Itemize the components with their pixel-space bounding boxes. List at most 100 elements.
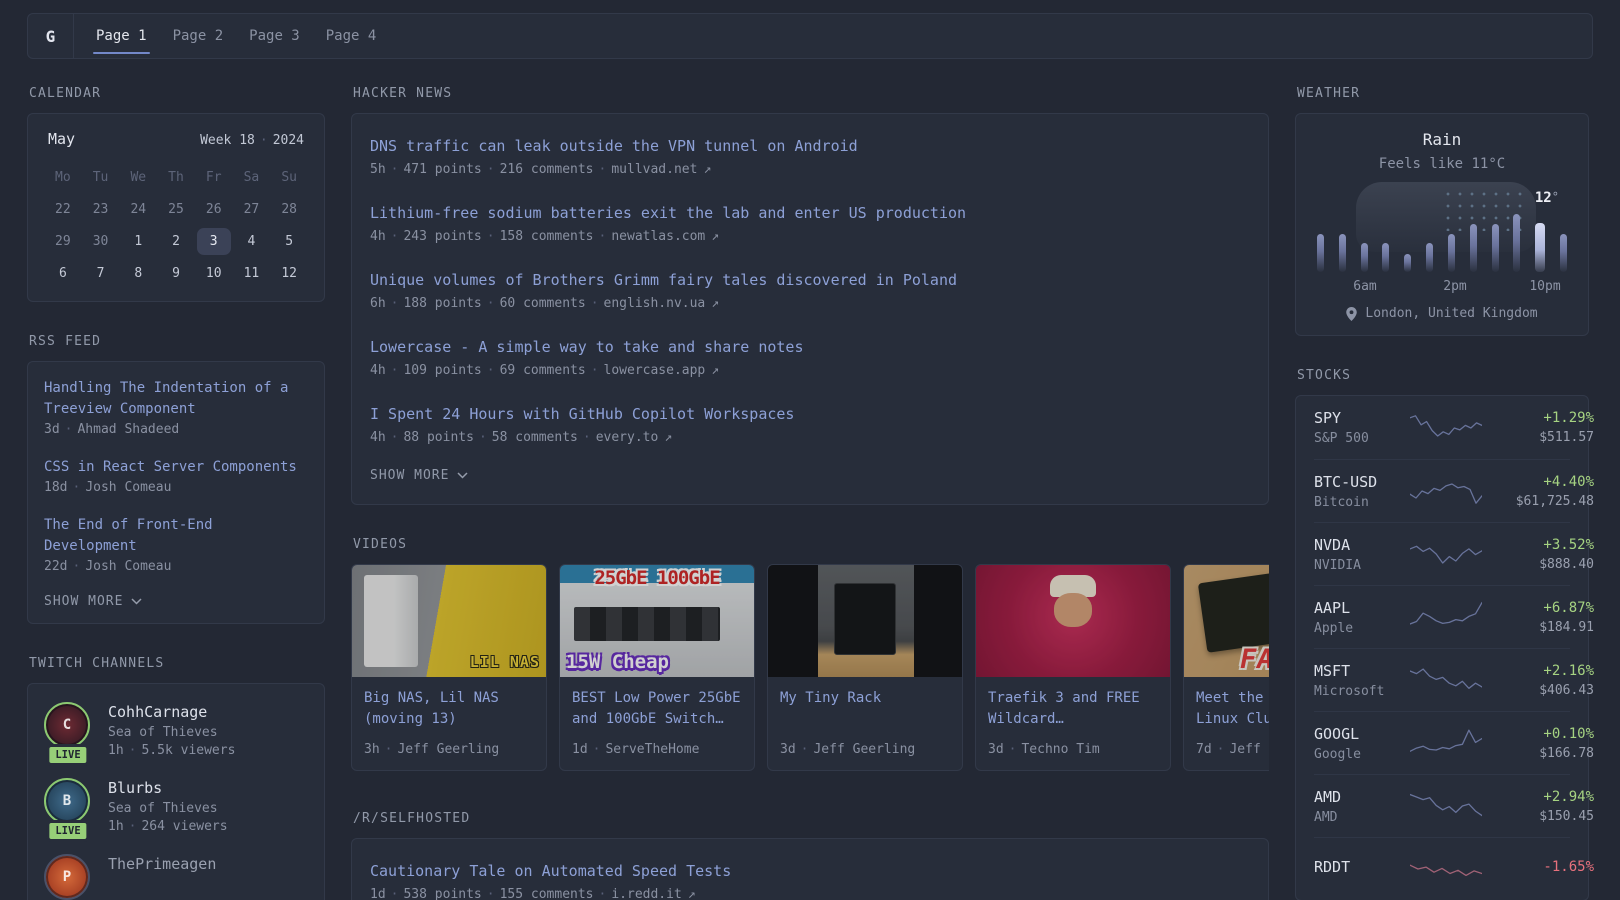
video-card[interactable]: FAS Meet the Linux Clu 7d · Jeff Geerling [1183, 564, 1269, 771]
video-card[interactable]: LIL NAS Big NAS, Lil NAS (moving 13) 3h ·… [351, 564, 547, 771]
rss-item-author: Josh Comeau [85, 480, 172, 495]
twitch-channel-row[interactable]: B LIVE Blurbs Sea of Thieves 1h · 264 view… [44, 778, 308, 842]
dot-separator: · [72, 480, 81, 495]
rss-item[interactable]: Handling The Indentation of a Treeview C… [44, 378, 308, 437]
weather-bar [1317, 234, 1324, 272]
reddit-item[interactable]: Cautionary Tale on Automated Speed Tests… [370, 848, 1250, 900]
dot-separator: · [592, 742, 601, 757]
stock-row[interactable]: SPY S&P 500 +1.29% $511.57 [1314, 396, 1594, 459]
weather-condition: Rain [1422, 130, 1462, 149]
video-thumbnail: FAS [1184, 565, 1269, 677]
stock-id: BTC-USD Bitcoin [1314, 473, 1410, 510]
channel-name: Blurbs [108, 779, 163, 797]
stock-row[interactable]: MSFT Microsoft +2.16% $406.43 [1314, 648, 1594, 711]
video-card[interactable]: Traefik 3 and FREE Wildcard… 3d · Techno T… [975, 564, 1171, 771]
dot-separator: · [598, 887, 607, 900]
video-thumbnail: LIL NAS [352, 565, 546, 677]
stock-row[interactable]: AMD AMD +2.94% $150.45 [1314, 774, 1594, 837]
stock-name: AMD [1314, 809, 1338, 825]
hn-age: 4h [370, 430, 386, 445]
hn-domain[interactable]: every.to [596, 430, 659, 445]
hn-item[interactable]: Lithium-free sodium batteries exit the l… [370, 190, 1250, 257]
show-more-label: SHOW MORE [370, 468, 450, 483]
stocks-widget: STOCKS SPY S&P 500 +1.29% $511.57 BTC-USD B… [1295, 368, 1594, 900]
video-age: 3h [364, 742, 380, 757]
video-channel[interactable]: ServeTheHome [605, 742, 699, 757]
video-meta: 3d · Techno Tim [988, 742, 1158, 757]
stock-symbol: SPY [1314, 409, 1342, 427]
hn-comments[interactable]: 158 comments [500, 229, 594, 244]
video-age: 3d [988, 742, 1004, 757]
hn-item[interactable]: Lowercase - A simple way to take and sha… [370, 324, 1250, 391]
rss-item-author: Ahmad Shadeed [77, 422, 180, 437]
hn-age: 6h [370, 296, 386, 311]
tab-page-3[interactable]: Page 3 [249, 14, 300, 58]
stock-symbol: MSFT [1314, 661, 1351, 680]
hn-item-meta: 4h · 88 points · 58 comments · every.to ↗ [370, 430, 1250, 445]
calendar-day: 30 [92, 234, 109, 249]
hn-domain[interactable]: lowercase.app [604, 363, 706, 378]
video-card[interactable]: My Tiny Rack 3d · Jeff Geerling [767, 564, 963, 771]
stock-row[interactable]: GOOGL Google +0.10% $166.78 [1314, 711, 1594, 774]
video-card-body: My Tiny Rack 3d · Jeff Geerling [768, 677, 962, 770]
hn-age: 4h [370, 363, 386, 378]
avatar-letter: B [62, 793, 72, 809]
stock-price: $184.91 [1539, 619, 1594, 635]
rss-item-title: The End of Front-End Development [44, 517, 213, 554]
video-title: Traefik 3 and FREE Wildcard… [988, 690, 1140, 727]
hn-comments[interactable]: 69 comments [500, 363, 586, 378]
hn-domain[interactable]: mullvad.net [611, 162, 697, 177]
weather-widget: WEATHER Rain Feels like 11°C 12° 6am 2pm… [1295, 86, 1589, 336]
stock-change: +0.10% [1543, 725, 1594, 742]
twitch-section-label: TWITCH CHANNELS [29, 656, 165, 671]
channel-uptime: 1h [108, 743, 124, 758]
video-channel[interactable]: Jeff Geerling [1229, 742, 1269, 757]
stock-symbol: AAPL [1314, 598, 1351, 617]
calendar-day: 27 [243, 202, 260, 217]
channel-name: CohhCarnage [108, 703, 208, 721]
video-row: LIL NAS Big NAS, Lil NAS (moving 13) 3h ·… [351, 564, 1269, 771]
tab-page-2[interactable]: Page 2 [173, 14, 224, 58]
video-channel[interactable]: Jeff Geerling [397, 742, 499, 757]
hn-points: 88 points [403, 430, 474, 445]
rss-item[interactable]: CSS in React Server Components 18d · Josh … [44, 457, 308, 495]
rss-item[interactable]: The End of Front-End Development 22d · Jos… [44, 515, 308, 574]
stock-row[interactable]: RDDT -1.65% [1314, 837, 1594, 900]
twitch-channel-row[interactable]: C LIVE CohhCarnage Sea of Thieves 1h · 5.5… [44, 702, 308, 766]
video-card[interactable]: 25GbE 100GbE 15W Cheap BEST Low Power 25G… [559, 564, 755, 771]
calendar-day: 2 [172, 234, 180, 249]
hn-domain[interactable]: newatlas.com [611, 229, 705, 244]
video-channel[interactable]: Jeff Geerling [813, 742, 915, 757]
calendar-panel: May Week 18 · 2024 Mo Tu We Th Fr Sa Su 22… [27, 113, 325, 302]
video-card-body: Meet the Linux Clu 7d · Jeff Geerling [1184, 677, 1269, 770]
hn-item[interactable]: Unique volumes of Brothers Grimm fairy t… [370, 257, 1250, 324]
stocks-panel: SPY S&P 500 +1.29% $511.57 BTC-USD Bitcoin … [1295, 395, 1594, 900]
stock-id: NVDA NVIDIA [1314, 536, 1410, 573]
stock-row[interactable]: NVDA NVIDIA +3.52% $888.40 [1314, 522, 1594, 585]
tab-page-1[interactable]: Page 1 [93, 14, 150, 58]
video-channel[interactable]: Techno Tim [1021, 742, 1099, 757]
reddit-domain[interactable]: i.redd.it [611, 887, 681, 900]
hn-domain[interactable]: english.nv.ua [604, 296, 706, 311]
hn-item[interactable]: DNS traffic can leak outside the VPN tun… [370, 123, 1250, 190]
tab-page-4[interactable]: Page 4 [326, 14, 377, 58]
stock-row[interactable]: AAPL Apple +6.87% $184.91 [1314, 585, 1594, 648]
hn-comments[interactable]: 60 comments [500, 296, 586, 311]
weather-feels-like: Feels like 11°C [1378, 156, 1506, 172]
hn-show-more-button[interactable]: SHOW MORE [370, 458, 468, 495]
rss-item-meta: 3d · Ahmad Shadeed [44, 422, 308, 437]
rss-show-more-button[interactable]: SHOW MORE [44, 594, 142, 609]
channel-name: ThePrimeagen [108, 855, 217, 873]
app-logo[interactable]: G [28, 14, 74, 58]
video-thumbnail [768, 565, 962, 677]
weekday-label: Sa [243, 170, 260, 185]
reddit-comments[interactable]: 155 comments [500, 887, 594, 900]
stock-id: RDDT [1314, 858, 1410, 880]
hn-item[interactable]: I Spent 24 Hours with GitHub Copilot Wor… [370, 391, 1250, 458]
stock-row[interactable]: BTC-USD Bitcoin +4.40% $61,725.48 [1314, 459, 1594, 522]
hn-comments[interactable]: 216 comments [500, 162, 594, 177]
hn-comments[interactable]: 58 comments [492, 430, 578, 445]
twitch-channel-row[interactable]: P ThePrimeagen [44, 854, 308, 900]
twitch-panel: C LIVE CohhCarnage Sea of Thieves 1h · 5.5… [27, 683, 325, 900]
stock-symbol: GOOGL [1314, 724, 1360, 743]
